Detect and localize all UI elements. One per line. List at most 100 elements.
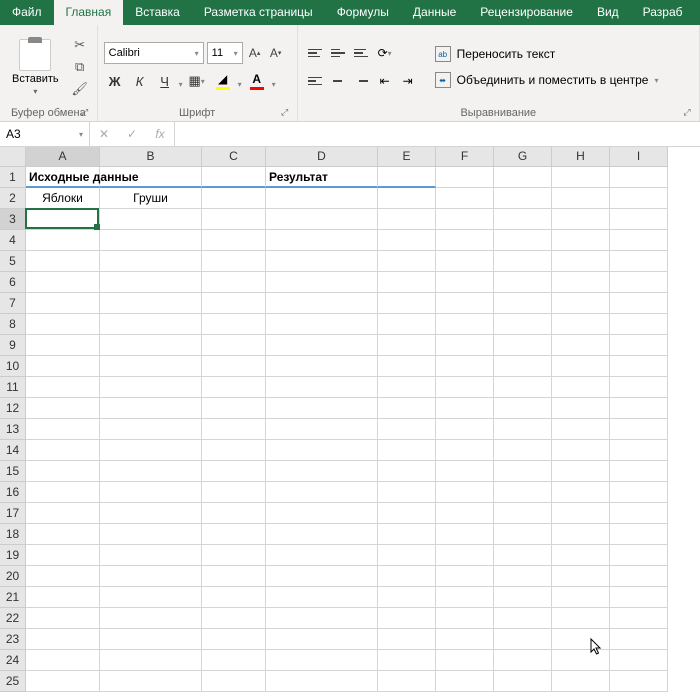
cell-H9[interactable] — [552, 335, 610, 356]
cancel-formula-icon[interactable]: ✕ — [90, 127, 118, 141]
cell-D2[interactable] — [266, 188, 378, 209]
fx-icon[interactable]: fx — [146, 127, 174, 141]
cell-B6[interactable] — [100, 272, 202, 293]
cell-G17[interactable] — [494, 503, 552, 524]
wrap-text-button[interactable]: ab Переносить текст — [431, 43, 663, 65]
column-header-E[interactable]: E — [378, 147, 436, 167]
cell-A24[interactable] — [26, 650, 100, 671]
cell-B25[interactable] — [100, 671, 202, 692]
cell-F22[interactable] — [436, 608, 494, 629]
cell-C8[interactable] — [202, 314, 266, 335]
align-left-button[interactable] — [304, 70, 326, 92]
tab-file[interactable]: Файл — [0, 0, 54, 25]
row-header-19[interactable]: 19 — [0, 545, 26, 566]
row-header-20[interactable]: 20 — [0, 566, 26, 587]
cell-C10[interactable] — [202, 356, 266, 377]
cell-D7[interactable] — [266, 293, 378, 314]
cell-D16[interactable] — [266, 482, 378, 503]
cell-D25[interactable] — [266, 671, 378, 692]
name-box[interactable]: A3▾ — [0, 122, 90, 146]
cell-C7[interactable] — [202, 293, 266, 314]
cell-F13[interactable] — [436, 419, 494, 440]
cell-I18[interactable] — [610, 524, 668, 545]
cell-E19[interactable] — [378, 545, 436, 566]
cell-D13[interactable] — [266, 419, 378, 440]
increase-font-icon[interactable]: A▴ — [246, 42, 264, 64]
cell-I2[interactable] — [610, 188, 668, 209]
cell-D22[interactable] — [266, 608, 378, 629]
cell-G5[interactable] — [494, 251, 552, 272]
row-header-17[interactable]: 17 — [0, 503, 26, 524]
cell-I22[interactable] — [610, 608, 668, 629]
cell-I8[interactable] — [610, 314, 668, 335]
cell-F24[interactable] — [436, 650, 494, 671]
cell-H19[interactable] — [552, 545, 610, 566]
cell-E17[interactable] — [378, 503, 436, 524]
cell-D19[interactable] — [266, 545, 378, 566]
cell-F12[interactable] — [436, 398, 494, 419]
tab-home[interactable]: Главная — [54, 0, 124, 25]
tab-insert[interactable]: Вставка — [123, 0, 192, 25]
cell-A15[interactable] — [26, 461, 100, 482]
cell-A18[interactable] — [26, 524, 100, 545]
cell-E15[interactable] — [378, 461, 436, 482]
select-all-corner[interactable] — [0, 147, 26, 167]
row-header-22[interactable]: 22 — [0, 608, 26, 629]
row-header-13[interactable]: 13 — [0, 419, 26, 440]
bold-button[interactable]: Ж — [104, 70, 126, 92]
cell-H24[interactable] — [552, 650, 610, 671]
cell-E5[interactable] — [378, 251, 436, 272]
cell-C22[interactable] — [202, 608, 266, 629]
cell-C6[interactable] — [202, 272, 266, 293]
cell-H12[interactable] — [552, 398, 610, 419]
column-header-C[interactable]: C — [202, 147, 266, 167]
cell-D4[interactable] — [266, 230, 378, 251]
cell-E4[interactable] — [378, 230, 436, 251]
cell-C14[interactable] — [202, 440, 266, 461]
cell-E1[interactable] — [378, 167, 436, 188]
row-header-7[interactable]: 7 — [0, 293, 26, 314]
cell-I17[interactable] — [610, 503, 668, 524]
cell-G4[interactable] — [494, 230, 552, 251]
cell-F3[interactable] — [436, 209, 494, 230]
cell-A25[interactable] — [26, 671, 100, 692]
cell-G14[interactable] — [494, 440, 552, 461]
cell-I6[interactable] — [610, 272, 668, 293]
cell-F11[interactable] — [436, 377, 494, 398]
cell-A2[interactable]: Яблоки — [26, 188, 100, 209]
cell-E20[interactable] — [378, 566, 436, 587]
cell-B18[interactable] — [100, 524, 202, 545]
cell-A21[interactable] — [26, 587, 100, 608]
cell-H14[interactable] — [552, 440, 610, 461]
cell-H17[interactable] — [552, 503, 610, 524]
tab-view[interactable]: Вид — [585, 0, 631, 25]
align-middle-button[interactable] — [327, 42, 349, 64]
font-size-combo[interactable]: 11▾ — [207, 42, 243, 64]
cell-I1[interactable] — [610, 167, 668, 188]
cell-B24[interactable] — [100, 650, 202, 671]
cell-C16[interactable] — [202, 482, 266, 503]
cell-G10[interactable] — [494, 356, 552, 377]
cell-C13[interactable] — [202, 419, 266, 440]
cell-I10[interactable] — [610, 356, 668, 377]
cell-B22[interactable] — [100, 608, 202, 629]
spreadsheet-grid[interactable]: ABCDEFGHI1Исходные данныеРезультат2Яблок… — [0, 147, 700, 692]
underline-button[interactable]: Ч — [154, 70, 176, 92]
cell-D1[interactable]: Результат — [266, 167, 378, 188]
cell-G13[interactable] — [494, 419, 552, 440]
cell-H22[interactable] — [552, 608, 610, 629]
column-header-H[interactable]: H — [552, 147, 610, 167]
cell-G15[interactable] — [494, 461, 552, 482]
cell-A12[interactable] — [26, 398, 100, 419]
cell-A10[interactable] — [26, 356, 100, 377]
cell-F15[interactable] — [436, 461, 494, 482]
cell-C3[interactable] — [202, 209, 266, 230]
cell-B4[interactable] — [100, 230, 202, 251]
cell-H25[interactable] — [552, 671, 610, 692]
row-header-11[interactable]: 11 — [0, 377, 26, 398]
formula-input[interactable] — [175, 122, 700, 146]
cell-H15[interactable] — [552, 461, 610, 482]
cell-G1[interactable] — [494, 167, 552, 188]
cell-B16[interactable] — [100, 482, 202, 503]
row-header-2[interactable]: 2 — [0, 188, 26, 209]
